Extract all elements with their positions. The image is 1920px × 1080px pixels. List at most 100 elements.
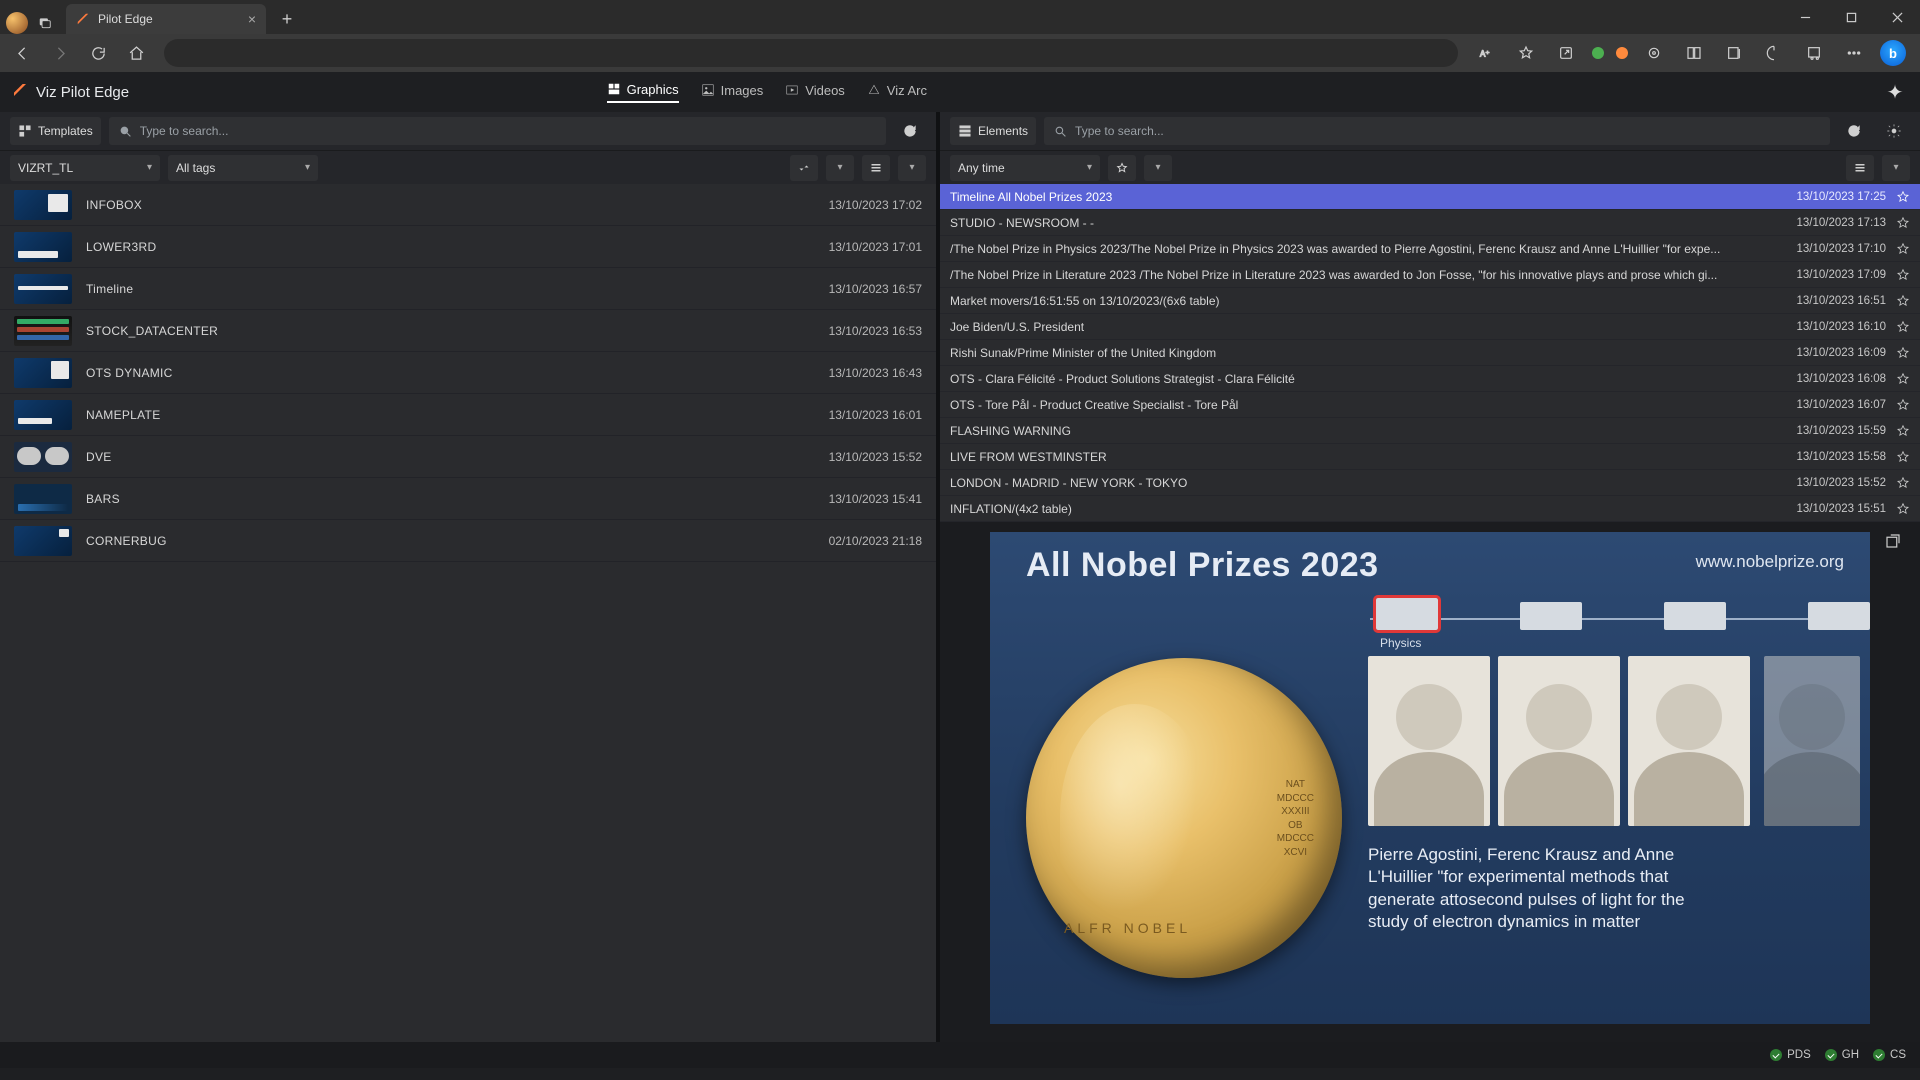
element-timestamp: 13/10/2023 16:09 — [1796, 347, 1886, 359]
templates-refresh-button[interactable] — [894, 117, 926, 145]
split-screen-icon[interactable] — [1680, 39, 1708, 67]
app-tab-graphics[interactable]: Graphics — [607, 82, 679, 103]
ext-status-orange-icon[interactable] — [1616, 47, 1628, 59]
nav-home-button[interactable] — [122, 39, 150, 67]
favorite-star-icon[interactable] — [1896, 476, 1910, 490]
app-tab-videos[interactable]: Videos — [785, 82, 845, 103]
element-row[interactable]: Joe Biden/U.S. President13/10/2023 16:10 — [940, 314, 1920, 340]
favorite-filter-button[interactable] — [1108, 155, 1136, 181]
template-row[interactable]: BARS13/10/2023 15:41 — [0, 478, 936, 520]
favorite-star-icon[interactable] — [1896, 268, 1910, 282]
template-row[interactable]: LOWER3RD13/10/2023 17:01 — [0, 226, 936, 268]
element-row[interactable]: STUDIO - NEWSROOM - -13/10/2023 17:13 — [940, 210, 1920, 236]
templates-button[interactable]: Templates — [10, 117, 101, 145]
favorite-star-icon[interactable] — [1896, 216, 1910, 230]
element-row[interactable]: Rishi Sunak/Prime Minister of the United… — [940, 340, 1920, 366]
template-row[interactable]: Timeline13/10/2023 16:57 — [0, 268, 936, 310]
template-row[interactable]: DVE13/10/2023 15:52 — [0, 436, 936, 478]
collections-icon[interactable] — [1720, 39, 1748, 67]
ext-status-green-icon[interactable] — [1592, 47, 1604, 59]
element-row[interactable]: Market movers/16:51:55 on 13/10/2023/(6x… — [940, 288, 1920, 314]
browser-profile-avatar[interactable] — [6, 12, 28, 34]
element-title: /The Nobel Prize in Literature 2023 /The… — [950, 268, 1786, 282]
time-filter-dropdown[interactable]: Any time▾ — [950, 155, 1100, 181]
more-menu-icon[interactable] — [1840, 39, 1868, 67]
elements-refresh-button[interactable] — [1838, 117, 1870, 145]
favorite-star-icon[interactable] — [1896, 502, 1910, 516]
elements-button[interactable]: Elements — [950, 117, 1036, 145]
view-button[interactable] — [862, 155, 890, 181]
sort-direction-dropdown[interactable]: ▾ — [826, 155, 854, 181]
elements-settings-button[interactable] — [1878, 117, 1910, 145]
element-row[interactable]: INFLATION/(4x2 table)13/10/2023 15:51 — [940, 496, 1920, 522]
tags-dropdown[interactable]: All tags▾ — [168, 155, 318, 181]
template-name: LOWER3RD — [86, 240, 815, 254]
extensions-icon[interactable] — [1640, 39, 1668, 67]
concept-dropdown[interactable]: VIZRT_TL▾ — [10, 155, 160, 181]
copilot-icon[interactable]: b — [1880, 40, 1906, 66]
favorite-star-icon[interactable] — [1896, 242, 1910, 256]
address-input[interactable] — [164, 39, 1458, 67]
tab-actions-icon[interactable] — [34, 12, 56, 34]
favorite-star-icon[interactable] — [1896, 346, 1910, 360]
new-tab-button[interactable]: + — [274, 6, 300, 32]
nav-forward-button[interactable] — [46, 39, 74, 67]
elements-list[interactable]: Timeline All Nobel Prizes 202313/10/2023… — [940, 184, 1920, 522]
elements-view-button[interactable] — [1846, 155, 1874, 181]
favorite-star-icon[interactable] — [1896, 372, 1910, 386]
header-add-button[interactable]: ✦ — [1882, 80, 1908, 105]
element-title: Joe Biden/U.S. President — [950, 320, 1786, 334]
svg-text:A⁺: A⁺ — [1480, 49, 1490, 58]
element-row[interactable]: LIVE FROM WESTMINSTER13/10/2023 15:58 — [940, 444, 1920, 470]
app-tab-images[interactable]: Images — [701, 82, 764, 103]
favorite-star-icon[interactable] — [1896, 294, 1910, 308]
window-maximize-button[interactable] — [1828, 0, 1874, 34]
template-name: NAMEPLATE — [86, 408, 815, 422]
elements-view-dropdown[interactable]: ▾ — [1882, 155, 1910, 181]
element-title: OTS - Clara Félicité - Product Solutions… — [950, 372, 1786, 386]
window-minimize-button[interactable] — [1782, 0, 1828, 34]
favorite-star-icon[interactable] — [1896, 190, 1910, 204]
templates-search-input[interactable]: Type to search... — [109, 117, 886, 145]
read-aloud-icon[interactable]: A⁺ — [1472, 39, 1500, 67]
element-row[interactable]: OTS - Tore Pål - Product Creative Specia… — [940, 392, 1920, 418]
element-row[interactable]: LONDON - MADRID - NEW YORK - TOKYO13/10/… — [940, 470, 1920, 496]
favorite-icon[interactable] — [1512, 39, 1540, 67]
tab-close-icon[interactable]: × — [248, 11, 256, 27]
favorite-star-icon[interactable] — [1896, 398, 1910, 412]
status-cs: CS — [1873, 1049, 1906, 1061]
template-row[interactable]: OTS DYNAMIC13/10/2023 16:43 — [0, 352, 936, 394]
favorite-star-icon[interactable] — [1896, 320, 1910, 334]
nav-refresh-button[interactable] — [84, 39, 112, 67]
template-row[interactable]: NAMEPLATE13/10/2023 16:01 — [0, 394, 936, 436]
status-label: GH — [1842, 1049, 1859, 1061]
app-tab-viz-arc[interactable]: Viz Arc — [867, 82, 927, 103]
browser-tab[interactable]: Pilot Edge × — [66, 4, 266, 34]
favorite-star-icon[interactable] — [1896, 450, 1910, 464]
favorite-star-icon[interactable] — [1896, 424, 1910, 438]
element-timestamp: 13/10/2023 17:09 — [1796, 269, 1886, 281]
elements-search-input[interactable]: Type to search... — [1044, 117, 1830, 145]
favorite-filter-dropdown[interactable]: ▾ — [1144, 155, 1172, 181]
templates-list[interactable]: INFOBOX13/10/2023 17:02LOWER3RD13/10/202… — [0, 184, 936, 1042]
element-row[interactable]: /The Nobel Prize in Physics 2023/The Nob… — [940, 236, 1920, 262]
nav-back-button[interactable] — [8, 39, 36, 67]
preview-popout-button[interactable] — [1884, 532, 1906, 554]
element-row[interactable]: OTS - Clara Félicité - Product Solutions… — [940, 366, 1920, 392]
app-launch-icon[interactable] — [1552, 39, 1580, 67]
element-row[interactable]: /The Nobel Prize in Literature 2023 /The… — [940, 262, 1920, 288]
element-row[interactable]: Timeline All Nobel Prizes 202313/10/2023… — [940, 184, 1920, 210]
view-options-dropdown[interactable]: ▾ — [898, 155, 926, 181]
downloads-icon[interactable] — [1800, 39, 1828, 67]
preview-medal-inscription: NAT MDCCC XXXIII OB MDCCC XCVI — [1277, 778, 1314, 859]
tags-dropdown-value: All tags — [176, 161, 215, 175]
template-row[interactable]: STOCK_DATACENTER13/10/2023 16:53 — [0, 310, 936, 352]
performance-icon[interactable] — [1760, 39, 1788, 67]
element-row[interactable]: FLASHING WARNING13/10/2023 15:59 — [940, 418, 1920, 444]
sort-button[interactable] — [790, 155, 818, 181]
template-name: INFOBOX — [86, 198, 815, 212]
status-pds: PDS — [1770, 1049, 1811, 1061]
template-row[interactable]: CORNERBUG02/10/2023 21:18 — [0, 520, 936, 562]
template-row[interactable]: INFOBOX13/10/2023 17:02 — [0, 184, 936, 226]
window-close-button[interactable] — [1874, 0, 1920, 34]
